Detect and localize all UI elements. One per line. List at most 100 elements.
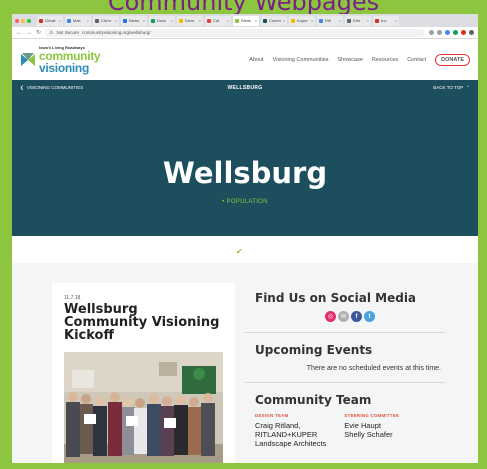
instagram-icon[interactable]: ◎ <box>325 311 336 322</box>
browser-tab[interactable]: Gmail × <box>37 15 63 26</box>
tab-close-icon[interactable]: × <box>115 18 117 23</box>
tab-close-icon[interactable]: × <box>367 18 369 23</box>
tab-label: Drive <box>185 18 195 23</box>
social-icons: ◎ ✉ f t <box>255 311 445 322</box>
team-columns: DESIGN TEAM Craig Ritland, RITLAND+KUPER… <box>255 413 445 448</box>
tab-close-icon[interactable]: × <box>255 18 257 23</box>
nav-resources[interactable]: Resources <box>372 57 398 63</box>
site-logo[interactable]: Iowa's Living Roadways community visioni… <box>20 45 101 74</box>
browser-tab[interactable]: Docs × <box>149 15 175 26</box>
forward-arrow-icon[interactable]: → <box>26 30 32 36</box>
tab-favicon-icon <box>67 18 71 23</box>
extension-icon[interactable] <box>469 30 474 35</box>
nav-showcase[interactable]: Showcase <box>338 57 363 63</box>
back-arrow-icon[interactable]: ← <box>16 30 22 36</box>
window-control-dot[interactable] <box>27 18 31 23</box>
tab-label: Kuper <box>297 18 308 23</box>
browser-tab[interactable]: Comm × <box>261 15 288 26</box>
browser-tab[interactable]: Erie × <box>345 15 372 26</box>
tab-label: Cal <box>213 18 220 23</box>
email-icon[interactable]: ✉ <box>338 311 349 322</box>
nav-contact[interactable]: Contact <box>407 57 426 63</box>
tab-close-icon[interactable]: × <box>87 18 89 23</box>
twitter-icon[interactable]: t <box>364 311 375 322</box>
address-bar: ← → ↻ ⚠ Not Secure communityvisioning.or… <box>12 27 478 39</box>
browser-tab[interactable]: Ritl × <box>317 15 344 26</box>
tab-favicon-icon <box>123 18 127 23</box>
steering-member-name: Evie Haupt <box>344 421 381 430</box>
events-section: Upcoming Events There are no scheduled e… <box>245 343 445 372</box>
page-content: 11.7.18 Wellsburg Community Visioning Ki… <box>12 263 478 463</box>
browser-tab[interactable]: Inc × <box>373 15 400 26</box>
reload-icon[interactable]: ↻ <box>36 29 41 36</box>
event-card[interactable]: 11.7.18 Wellsburg Community Visioning Ki… <box>52 283 235 463</box>
donate-button[interactable]: DONATE <box>435 53 470 66</box>
tab-favicon-icon <box>291 18 296 23</box>
extension-icon[interactable] <box>445 30 450 35</box>
tab-close-icon[interactable]: × <box>339 18 341 23</box>
logo-mark-icon <box>21 52 35 66</box>
tab-favicon-icon <box>95 18 99 23</box>
tab-close-icon[interactable]: × <box>283 18 285 23</box>
window-controls[interactable] <box>15 18 31 23</box>
tab-close-icon[interactable]: × <box>59 18 61 23</box>
extension-icons <box>429 30 474 35</box>
design-team-column: DESIGN TEAM Craig Ritland, RITLAND+KUPER… <box>255 413 326 448</box>
tab-label: Ritl <box>325 18 331 23</box>
extension-icon[interactable] <box>461 30 466 35</box>
nav-about[interactable]: About <box>249 57 263 63</box>
hero-title: Wellsburg <box>162 156 328 190</box>
tab-favicon-icon <box>151 18 155 23</box>
leaf-icon: ✔ <box>236 247 243 256</box>
tab-favicon-icon <box>179 18 183 23</box>
slide-heading: Community Webpages <box>107 0 380 14</box>
window-control-dot[interactable] <box>21 18 25 23</box>
browser-tab[interactable]: News × <box>121 15 147 26</box>
event-date: 11.7.18 <box>64 295 81 301</box>
tab-close-icon[interactable]: × <box>395 18 397 23</box>
tab-label: Mail <box>73 18 81 23</box>
tab-close-icon[interactable]: × <box>227 18 229 23</box>
steering-member-name: Shelly Schafer <box>344 430 393 439</box>
divider <box>245 382 445 383</box>
tab-label: Comm <box>269 18 281 23</box>
event-title[interactable]: Wellsburg Community Visioning Kickoff <box>64 303 223 342</box>
extension-icon[interactable] <box>429 30 434 35</box>
tab-favicon-icon <box>235 18 239 23</box>
url-field[interactable]: ⚠ Not Secure communityvisioning.org/well… <box>45 28 425 37</box>
tab-close-icon[interactable]: × <box>311 18 313 23</box>
extension-icon[interactable] <box>437 30 442 35</box>
browser-tab[interactable]: Mail × <box>65 15 91 26</box>
warning-icon: ⚠ <box>49 29 54 36</box>
nav-visioning-communities[interactable]: Visioning Communities <box>273 57 329 63</box>
tab-close-icon[interactable]: × <box>143 18 145 23</box>
tab-label: Docs <box>157 18 167 23</box>
tab-favicon-icon <box>39 18 43 23</box>
tab-close-icon[interactable]: × <box>171 18 173 23</box>
events-empty-text: There are no scheduled events at this ti… <box>306 365 441 372</box>
design-team-header: DESIGN TEAM <box>255 413 289 418</box>
security-label: Not Secure <box>56 30 80 35</box>
tab-label: Inc <box>381 18 387 23</box>
tab-label: Gmail <box>45 18 56 23</box>
team-section: Community Team DESIGN TEAM Craig Ritland… <box>245 393 445 448</box>
slide-heading-strip: Community Webpages <box>0 0 487 14</box>
browser-tab[interactable]: Kuper × <box>289 15 316 26</box>
steering-committee-column: STEERING COMMITTEE Evie Haupt Shelly Sch… <box>344 413 399 448</box>
tab-label: Erie <box>353 18 361 23</box>
browser-window: Gmail × Mail × Chrm × News × Docs × Drive × Cal × Well… <box>12 14 478 463</box>
extension-icon[interactable] <box>453 30 458 35</box>
hero-banner: Wellsburg • POPULATION <box>12 95 478 236</box>
browser-tab[interactable]: Drive × <box>177 15 203 26</box>
event-photo[interactable] <box>64 352 223 463</box>
facebook-icon[interactable]: f <box>351 311 362 322</box>
design-team-name: RITLAND+KUPER <box>255 430 318 439</box>
tab-close-icon[interactable]: × <box>199 18 201 23</box>
browser-tab[interactable]: Wells × <box>233 15 259 26</box>
browser-tab[interactable]: Chrm × <box>93 15 119 26</box>
url-text: communityvisioning.org/wellsburg/ <box>82 30 151 35</box>
browser-tab[interactable]: Cal × <box>205 15 231 26</box>
window-control-dot[interactable] <box>15 18 19 23</box>
steering-committee-header: STEERING COMMITTEE <box>344 413 400 418</box>
tab-bar: Gmail × Mail × Chrm × News × Docs × Drive × Cal × Well… <box>12 14 478 27</box>
